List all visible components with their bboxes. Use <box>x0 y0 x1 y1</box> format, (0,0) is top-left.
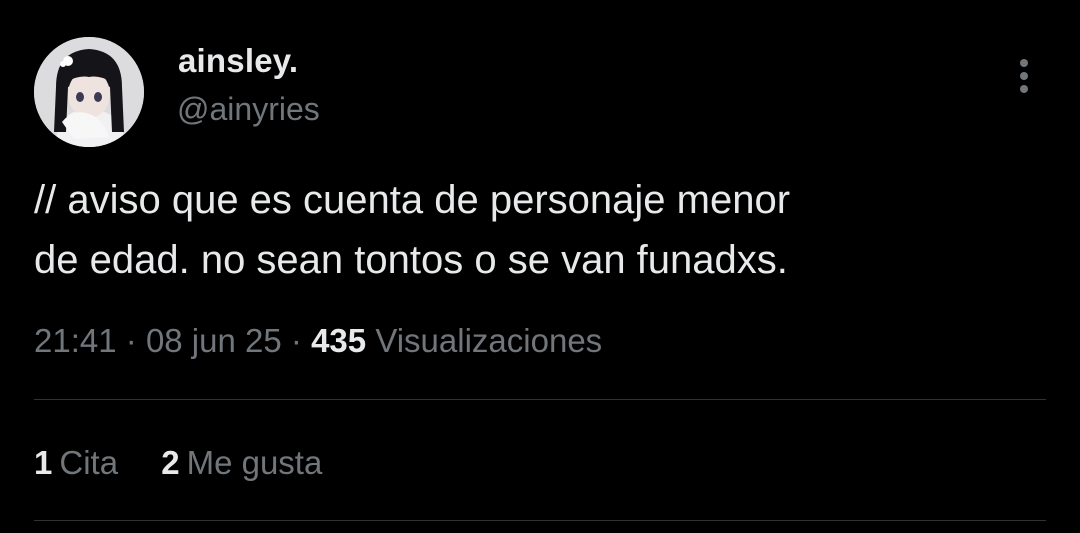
avatar-image <box>34 37 144 147</box>
tweet-text: // aviso que es cuenta de personaje meno… <box>34 178 791 282</box>
divider <box>34 399 1046 400</box>
meta-separator: · <box>125 322 137 359</box>
likes-count: 2 <box>161 444 180 481</box>
more-vertical-icon <box>1020 59 1028 93</box>
views-label: Visualizaciones <box>375 322 603 359</box>
quotes-stat[interactable]: 1 Cita <box>34 444 118 482</box>
tweet-date[interactable]: 08 jun 25 <box>146 322 282 359</box>
author-display-name[interactable]: ainsley. <box>178 42 298 80</box>
quotes-label: Cita <box>59 444 119 481</box>
likes-label: Me gusta <box>186 444 323 481</box>
profile-avatar[interactable] <box>34 37 144 147</box>
tweet-stats: 1 Cita 2 Me gusta <box>34 444 322 482</box>
tweet-time[interactable]: 21:41 <box>34 322 117 359</box>
views-count: 435 <box>311 322 367 359</box>
tweet-meta: 21:41 · 08 jun 25 · 435 Visualizaciones <box>34 322 602 360</box>
author-handle[interactable]: @ainyries <box>177 91 320 128</box>
divider <box>34 520 1046 521</box>
quotes-count: 1 <box>34 444 53 481</box>
meta-separator: · <box>290 322 302 359</box>
likes-stat[interactable]: 2 Me gusta <box>161 444 322 482</box>
more-options-button[interactable] <box>1008 54 1040 98</box>
